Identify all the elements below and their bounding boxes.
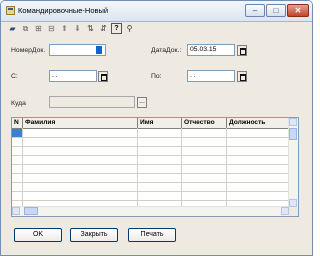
- filter-icon[interactable]: ⚲: [124, 23, 135, 34]
- maximize-button[interactable]: □: [266, 4, 286, 17]
- text-cursor-marker: [96, 46, 102, 54]
- sort-asc-icon[interactable]: ⇅: [85, 23, 96, 34]
- column-header-position[interactable]: Должность: [227, 118, 289, 128]
- sort-desc-icon[interactable]: ⇵: [98, 23, 109, 34]
- grid-line: [12, 182, 289, 183]
- column-header-surname[interactable]: Фамилия: [23, 118, 138, 128]
- ok-button[interactable]: OK: [14, 228, 62, 242]
- horizontal-scroll-thumb[interactable]: [24, 207, 38, 215]
- to-date-field[interactable]: . .: [187, 70, 235, 82]
- grid-line: [12, 137, 289, 138]
- doc-number-label: НомерДок.: [11, 47, 46, 54]
- title-bar[interactable]: Командировочные-Новый – □ ✕: [1, 1, 312, 22]
- select-destination-button[interactable]: ...: [137, 97, 147, 108]
- column-header-patronymic[interactable]: Отчество: [182, 118, 227, 128]
- table-header: N Фамилия Имя Отчество Должность: [12, 118, 289, 129]
- help-icon[interactable]: ?: [111, 23, 122, 34]
- grid-line: [12, 191, 289, 192]
- save-icon[interactable]: ▰: [7, 23, 18, 34]
- horizontal-scrollbar[interactable]: [12, 206, 289, 216]
- document-window: Командировочные-Новый – □ ✕ ▰ ⧉ ⊞ ⊟ ⬆ ⬇ …: [0, 0, 313, 256]
- grid-line: [181, 128, 182, 208]
- add-row-icon[interactable]: ⊞: [33, 23, 44, 34]
- grid-line: [12, 164, 289, 165]
- scroll-corner: [289, 207, 298, 216]
- vertical-scroll-thumb[interactable]: [289, 128, 297, 140]
- from-date-field[interactable]: . .: [49, 70, 97, 82]
- doc-date-label: ДатаДок.:: [151, 47, 182, 54]
- app-icon: [6, 6, 15, 15]
- close-window-button[interactable]: ✕: [287, 4, 309, 17]
- grid-line: [226, 128, 227, 208]
- doc-date-field[interactable]: 05.03.15: [187, 44, 235, 56]
- column-header-n[interactable]: N: [12, 118, 23, 128]
- to-date-label: По:: [151, 73, 162, 80]
- copy-icon[interactable]: ⧉: [20, 23, 31, 34]
- grid-line: [22, 128, 23, 208]
- calendar-icon[interactable]: [98, 71, 108, 82]
- grid-line: [12, 173, 289, 174]
- calendar-icon[interactable]: [237, 45, 247, 56]
- grid-line: [12, 146, 289, 147]
- scroll-right-arrow[interactable]: [281, 207, 289, 215]
- window-title: Командировочные-Новый: [18, 6, 109, 15]
- print-button[interactable]: Печать: [128, 228, 176, 242]
- move-down-icon[interactable]: ⬇: [72, 23, 83, 34]
- close-button[interactable]: Закрыть: [70, 228, 118, 242]
- calendar-icon[interactable]: [237, 71, 247, 82]
- employees-table[interactable]: N Фамилия Имя Отчество Должность: [11, 117, 299, 217]
- scroll-left-arrow[interactable]: [12, 207, 20, 215]
- column-header-name[interactable]: Имя: [138, 118, 182, 128]
- delete-row-icon[interactable]: ⊟: [46, 23, 57, 34]
- move-up-icon[interactable]: ⬆: [59, 23, 70, 34]
- minimize-button[interactable]: –: [245, 4, 265, 17]
- destination-field[interactable]: [49, 96, 135, 108]
- toolbar: ▰ ⧉ ⊞ ⊟ ⬆ ⬇ ⇅ ⇵ ? ⚲: [3, 23, 183, 37]
- grid-line: [12, 155, 289, 156]
- scroll-up-arrow[interactable]: [289, 118, 297, 126]
- from-date-label: С:: [11, 73, 18, 80]
- grid-line: [12, 200, 289, 201]
- grid-line: [137, 128, 138, 208]
- destination-label: Куда: [11, 100, 26, 107]
- vertical-scrollbar[interactable]: [288, 118, 298, 207]
- scroll-down-arrow[interactable]: [289, 199, 297, 207]
